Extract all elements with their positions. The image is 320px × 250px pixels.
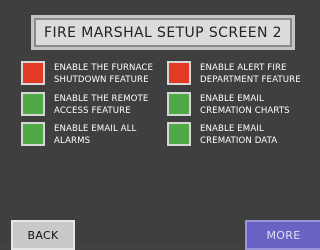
option-email-cremation-data[interactable]: ENABLE EMAIL CREMATION DATA: [167, 122, 277, 147]
option-label: ENABLE EMAIL ALL ALARMS: [54, 124, 137, 146]
email-cremation-charts-toggle[interactable]: [167, 92, 191, 116]
option-email-cremation-charts[interactable]: ENABLE EMAIL CREMATION CHARTS: [167, 92, 290, 117]
email-cremation-data-toggle[interactable]: [167, 122, 191, 146]
option-furnace-shutdown[interactable]: ENABLE THE FURNACE SHUTDOWN FEATURE: [21, 61, 153, 86]
option-label: ENABLE THE FURNACE SHUTDOWN FEATURE: [54, 63, 154, 85]
setup-screen: FIRE MARSHAL SETUP SCREEN 2 ENABLE THE F…: [0, 0, 320, 250]
option-label: ENABLE THE REMOTE ACCESS FEATURE: [54, 94, 149, 116]
option-remote-access[interactable]: ENABLE THE REMOTE ACCESS FEATURE: [21, 92, 148, 117]
back-button[interactable]: BACK: [11, 220, 75, 250]
email-all-alarms-toggle[interactable]: [21, 122, 45, 146]
title-bar: FIRE MARSHAL SETUP SCREEN 2: [31, 15, 295, 50]
option-label: ENABLE EMAIL CREMATION CHARTS: [200, 94, 290, 116]
more-button[interactable]: MORE: [245, 220, 320, 250]
option-label: ENABLE EMAIL CREMATION DATA: [200, 124, 278, 146]
remote-access-toggle[interactable]: [21, 92, 45, 116]
furnace-shutdown-toggle[interactable]: [21, 61, 45, 85]
option-label: ENABLE ALERT FIRE DEPARTMENT FEATURE: [200, 63, 301, 85]
alert-fire-department-toggle[interactable]: [167, 61, 191, 85]
page-title: FIRE MARSHAL SETUP SCREEN 2: [44, 24, 282, 41]
option-email-all-alarms[interactable]: ENABLE EMAIL ALL ALARMS: [21, 122, 136, 147]
option-alert-fire-department[interactable]: ENABLE ALERT FIRE DEPARTMENT FEATURE: [167, 61, 301, 86]
